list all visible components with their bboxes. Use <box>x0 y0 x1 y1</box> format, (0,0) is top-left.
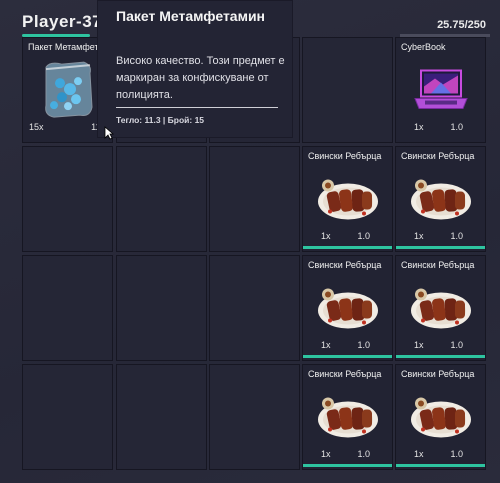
slot-cyberbook[interactable]: CyberBook 1x 1.0 <box>395 37 486 143</box>
slot-ribs[interactable]: Свински Ребърца 1x 1.0 <box>395 364 486 470</box>
slot-empty[interactable] <box>22 146 113 252</box>
durability-bar <box>396 464 485 467</box>
mouse-cursor-icon <box>104 126 115 145</box>
slot-ribs[interactable]: Свински Ребърца 1x 1.0 <box>302 255 393 361</box>
slot-label: Пакет Метамфет <box>28 42 99 52</box>
slot-quantity: 1x <box>414 340 424 350</box>
durability-bar <box>303 246 392 249</box>
slot-empty[interactable] <box>209 364 300 470</box>
slot-weight: 1.0 <box>357 231 370 241</box>
slot-label: Свински Ребърца <box>308 369 382 379</box>
ribs-icon <box>409 285 473 336</box>
slot-empty[interactable] <box>209 146 300 252</box>
slot-quantity: 15x <box>29 122 44 132</box>
laptop-icon <box>411 67 471 118</box>
slot-empty[interactable] <box>209 255 300 361</box>
slot-quantity: 1x <box>321 340 331 350</box>
slot-label: Свински Ребърца <box>308 260 382 270</box>
ribs-icon <box>316 285 380 336</box>
slot-empty[interactable] <box>22 255 113 361</box>
slot-ribs[interactable]: Свински Ребърца 1x 1.0 <box>302 364 393 470</box>
item-tooltip: Пакет Метамфетамин Високо качество. Този… <box>97 0 293 138</box>
durability-bar <box>303 464 392 467</box>
slot-label: Свински Ребърца <box>401 369 475 379</box>
slot-label: Свински Ребърца <box>308 151 382 161</box>
slot-label: CyberBook <box>401 42 446 52</box>
inventory-weight: 25.75/250 <box>437 19 486 31</box>
slot-ribs[interactable]: Свински Ребърца 1x 1.0 <box>302 146 393 252</box>
tooltip-meta: Тегло: 11.3 | Брой: 15 <box>116 115 205 125</box>
slot-label: Свински Ребърца <box>401 260 475 270</box>
slot-quantity: 1x <box>414 231 424 241</box>
slot-weight: 1.0 <box>357 449 370 459</box>
tooltip-title: Пакет Метамфетамин <box>116 8 266 24</box>
slot-weight: 1.0 <box>450 340 463 350</box>
slot-weight: 1.0 <box>450 231 463 241</box>
slot-label: Свински Ребърца <box>401 151 475 161</box>
meth-bag-icon <box>40 59 96 126</box>
slot-weight: 1.0 <box>450 122 463 132</box>
slot-weight: 1.0 <box>450 449 463 459</box>
slot-ribs[interactable]: Свински Ребърца 1x 1.0 <box>395 146 486 252</box>
slot-quantity: 1x <box>414 449 424 459</box>
slot-empty[interactable] <box>302 37 393 143</box>
slot-empty[interactable] <box>116 364 207 470</box>
ribs-icon <box>409 394 473 445</box>
player-name: Player-37 <box>22 12 103 31</box>
slot-empty[interactable] <box>116 146 207 252</box>
ribs-icon <box>409 176 473 227</box>
tooltip-description: Високо качество. Този предмет е маркиран… <box>116 55 285 101</box>
ribs-icon <box>316 176 380 227</box>
slot-ribs[interactable]: Свински Ребърца 1x 1.0 <box>395 255 486 361</box>
durability-bar <box>396 355 485 358</box>
durability-bar <box>303 355 392 358</box>
slot-quantity: 1x <box>321 231 331 241</box>
slot-weight: 1.0 <box>357 340 370 350</box>
ribs-icon <box>316 394 380 445</box>
slot-quantity: 1x <box>321 449 331 459</box>
slot-empty[interactable] <box>116 255 207 361</box>
slot-quantity: 1x <box>414 122 424 132</box>
durability-bar <box>396 246 485 249</box>
tooltip-divider <box>116 107 278 108</box>
slot-empty[interactable] <box>22 364 113 470</box>
